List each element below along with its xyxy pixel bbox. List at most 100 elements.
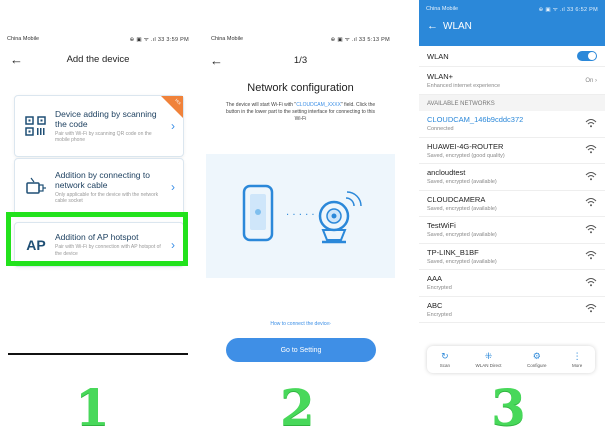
scan-icon: ↻	[441, 351, 449, 361]
scan-code-option[interactable]: Device adding by scanning the code Pair …	[14, 95, 184, 157]
page-title: Network configuration	[247, 82, 354, 94]
wlan-plus-text: WLAN+ Enhanced internet experience	[427, 72, 500, 89]
toolbar-scan-button[interactable]: ↻ Scan	[440, 351, 450, 368]
network-status: Encrypted	[427, 285, 452, 292]
network-item[interactable]: AAA Encrypted	[419, 270, 605, 297]
title-bar: ← WLAN	[419, 18, 605, 34]
toolbar-label: Scan	[439, 363, 450, 368]
chevron-right-icon: ›	[171, 119, 175, 133]
instructions-part: The device will start Wi-Fi with "	[225, 102, 297, 108]
network-list: CLOUDCAM_146b9cddc372 Connected HUAWEI-4G-…	[419, 111, 605, 323]
network-name: ABC	[427, 300, 443, 310]
network-status: Saved, encrypted (available)	[427, 205, 497, 212]
status-icons: ⊕ ▣ ᯤ .ıl 33 5:13 PM	[330, 37, 390, 43]
section-header: AVAILABLE NETWORKS	[419, 95, 605, 111]
header: ← 1/3	[204, 48, 397, 72]
instructions: The device will start Wi-Fi with "CLOUDC…	[204, 94, 397, 123]
network-item[interactable]: HUAWEI-4G-ROUTER Saved, encrypted (good q…	[419, 138, 605, 164]
network-text: TestWiFi Saved, encrypted (available)	[427, 221, 497, 238]
network-text: ABC Encrypted	[427, 301, 452, 318]
carrier-label: China Mobile	[7, 36, 40, 42]
wlan-plus-label: WLAN+	[427, 72, 454, 81]
network-status: Encrypted	[427, 311, 452, 318]
network-item[interactable]: TestWiFi Saved, encrypted (available)	[419, 217, 605, 244]
go-to-setting-button[interactable]: Go to Setting	[226, 338, 376, 362]
card-title: Device adding by scanning the code	[55, 108, 157, 129]
card-text: Device adding by scanning the code Pair …	[49, 109, 165, 144]
network-item[interactable]: TP-LINK_B1BF Saved, encrypted (available)	[419, 244, 605, 270]
network-text: CLOUDCAMERA Saved, encrypted (available)	[427, 195, 497, 212]
back-arrow-icon[interactable]: ←	[427, 20, 443, 32]
status-icons: ⊕ ▣ ᯤ .ıl 33 3:59 PM	[129, 37, 189, 43]
toolbar-wlan-direct-button[interactable]: ⁜ WLAN Direct	[475, 351, 501, 368]
network-status: Connected	[427, 126, 454, 133]
ssid-highlight: CLOUDCAM_XXXX	[296, 102, 341, 108]
network-item[interactable]: ancloudtest Saved, encrypted (available)	[419, 164, 605, 191]
carrier-label: China Mobile	[426, 6, 459, 12]
network-name: ancloudtest	[427, 168, 466, 178]
network-name: CLOUDCAMERA	[427, 194, 486, 204]
step-number: 3	[491, 378, 526, 437]
wifi-signal-icon	[585, 247, 597, 265]
status-bar: China Mobile ⊕ ▣ ᯤ .ıl 33 3:59 PM	[0, 30, 196, 48]
network-status: Saved, encrypted (available)	[427, 258, 497, 265]
wlan-plus-row[interactable]: WLAN+ Enhanced internet experience On ›	[419, 67, 605, 95]
wifi-signal-icon	[585, 141, 597, 159]
gear-icon: ⚙	[532, 351, 541, 361]
network-text: TP-LINK_B1BF Saved, encrypted (available)	[427, 248, 497, 265]
card-text: Addition by connecting to network cable …	[49, 170, 165, 205]
network-name: TP-LINK_B1BF	[427, 247, 479, 257]
status-bar: China Mobile ⊕ ▣ ᯤ .ıl 33 6:52 PM	[419, 0, 605, 18]
selection-highlight	[6, 212, 188, 266]
network-status: Saved, encrypted (good quality)	[427, 152, 505, 159]
status-icons: ⊕ ▣ ᯤ .ıl 33 6:52 PM	[538, 7, 598, 13]
network-name: TestWiFi	[427, 221, 456, 231]
step-indicator: 1/3	[293, 54, 308, 66]
network-text: HUAWEI-4G-ROUTER Saved, encrypted (good q…	[427, 142, 505, 159]
network-text: ancloudtest Saved, encrypted (available)	[427, 168, 497, 185]
network-name: AAA	[427, 274, 443, 284]
wifi-signal-icon	[585, 168, 597, 186]
network-text: AAA Encrypted	[427, 274, 452, 291]
wifi-signal-icon	[585, 194, 597, 212]
cable-plug-icon	[23, 175, 49, 199]
network-cable-option[interactable]: Addition by connecting to network cable …	[14, 158, 184, 216]
how-to-connect-link[interactable]: How to connect the device›	[204, 321, 397, 327]
toolbar-label: Configure	[526, 363, 547, 368]
wlan-label: WLAN	[427, 51, 449, 61]
page-title: Add the device	[66, 53, 130, 65]
carrier-label: China Mobile	[211, 36, 244, 42]
network-status: Saved, encrypted (available)	[427, 179, 497, 186]
page-title: WLAN	[443, 20, 472, 32]
toolbar-label: More	[571, 363, 583, 368]
wlan-plus-value: On ›	[585, 77, 597, 84]
more-icon: ⋮	[572, 351, 582, 361]
network-name: CLOUDCAM_146b9cddc372	[427, 115, 524, 125]
divider	[8, 353, 188, 355]
wlan-plus-sub: Enhanced internet experience	[427, 83, 501, 89]
step-number: 2	[280, 378, 315, 437]
dots: · · · · ·	[286, 210, 315, 221]
wlan-direct-icon: ⁜	[484, 351, 493, 361]
toolbar-more-button[interactable]: ⋮ More	[572, 351, 582, 368]
card-description: Only applicable for the device with the …	[55, 191, 159, 205]
network-item[interactable]: ABC Encrypted	[419, 297, 605, 323]
network-item[interactable]: CLOUDCAM_146b9cddc372 Connected	[419, 111, 605, 138]
phone-camera-illustration: · · · · ·	[242, 184, 362, 244]
wlan-toggle[interactable]	[577, 51, 597, 61]
network-text: CLOUDCAM_146b9cddc372 Connected	[427, 115, 523, 132]
step-number: 1	[75, 378, 110, 437]
network-name: HUAWEI-4G-ROUTER	[427, 141, 504, 151]
card-title: Addition by connecting to network cable	[55, 169, 150, 190]
network-item[interactable]: CLOUDCAMERA Saved, encrypted (available)	[419, 191, 605, 217]
wifi-signal-icon	[585, 115, 597, 133]
wlan-header: China Mobile ⊕ ▣ ᯤ .ıl 33 6:52 PM ← WLAN	[419, 0, 605, 46]
bottom-toolbar: ↻ Scan ⁜ WLAN Direct ⚙ Configure ⋮ More	[427, 346, 595, 373]
header: ← Add the device	[0, 48, 196, 70]
wifi-signal-icon	[585, 300, 597, 318]
toolbar-configure-button[interactable]: ⚙ Configure	[527, 351, 547, 368]
network-status: Saved, encrypted (available)	[427, 232, 497, 239]
chevron-right-icon: ›	[171, 180, 175, 194]
wifi-signal-icon	[585, 221, 597, 239]
wlan-toggle-row[interactable]: WLAN	[419, 46, 605, 67]
